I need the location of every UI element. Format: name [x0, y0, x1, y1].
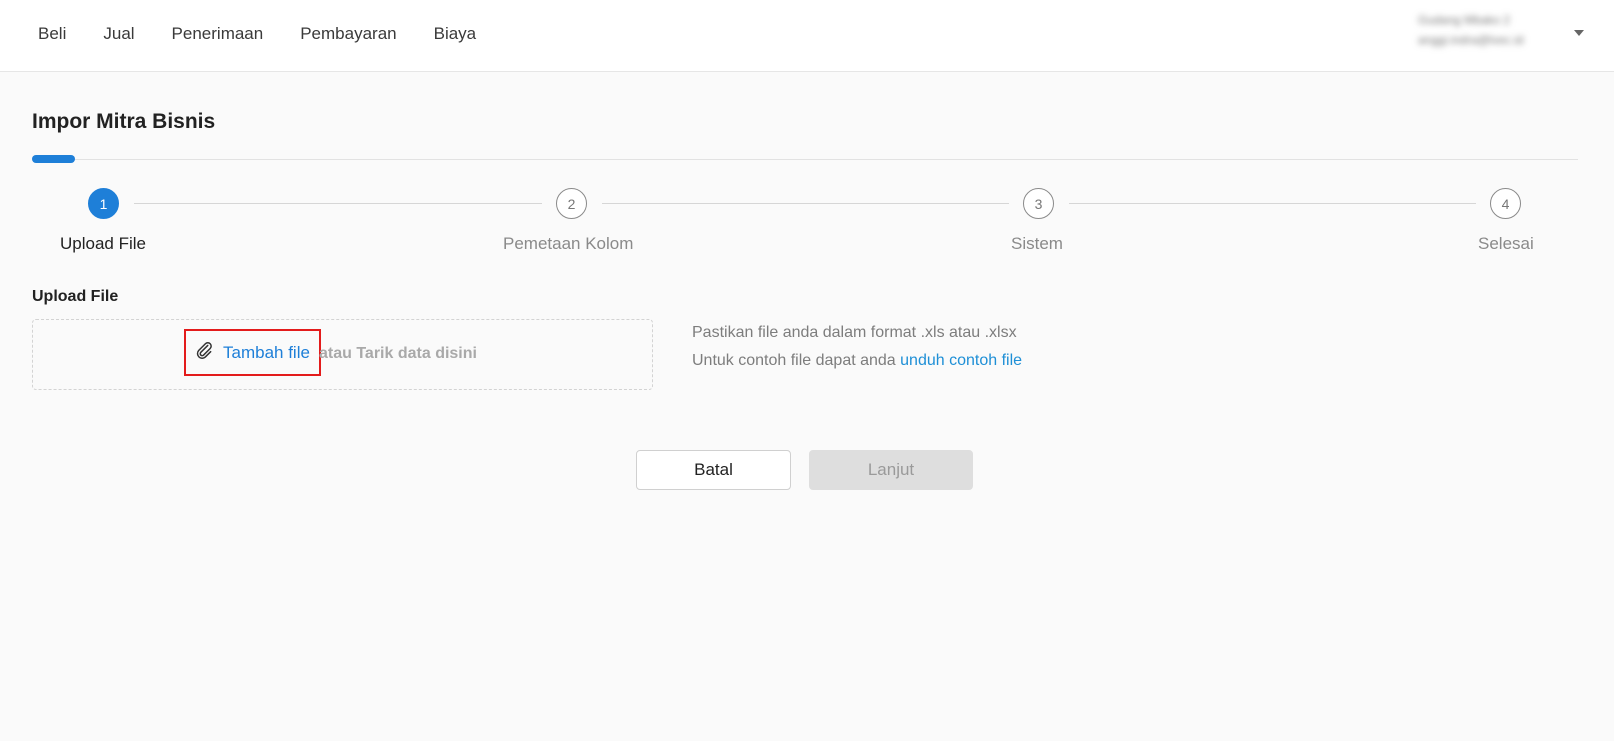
- sample-hint-text: Untuk contoh file dapat anda: [692, 352, 901, 369]
- nav-item-jual[interactable]: Jual: [103, 24, 134, 44]
- main-nav: Beli Jual Penerimaan Pembayaran Biaya: [38, 0, 513, 68]
- user-email: anggi.indra@lvec.id: [1418, 33, 1524, 47]
- step-connector-2: [602, 203, 1009, 204]
- step-3-label: Sistem: [1011, 234, 1063, 253]
- step-connector-3: [1069, 203, 1476, 204]
- upload-section-label: Upload File: [32, 288, 119, 305]
- add-file-link[interactable]: Tambah file: [223, 343, 310, 363]
- user-name: Gudang Mbako 2: [1418, 13, 1511, 27]
- step-4-indicator: 4: [1490, 188, 1521, 219]
- cancel-button[interactable]: Batal: [636, 450, 791, 490]
- paperclip-icon[interactable]: [194, 339, 214, 361]
- top-navbar: Beli Jual Penerimaan Pembayaran Biaya Gu…: [0, 0, 1614, 72]
- step-1-label: Upload File: [60, 234, 146, 253]
- step-4-label: Selesai: [1478, 234, 1534, 253]
- caret-down-icon[interactable]: [1574, 30, 1584, 36]
- step-2-indicator: 2: [556, 188, 587, 219]
- drop-instruction: atau Tarik data disini: [319, 345, 477, 362]
- nav-item-biaya[interactable]: Biaya: [434, 24, 477, 44]
- title-accent-bar: [32, 155, 75, 163]
- download-sample-link[interactable]: unduh contoh file: [900, 352, 1022, 369]
- step-3-indicator: 3: [1023, 188, 1054, 219]
- nav-item-penerimaan[interactable]: Penerimaan: [172, 24, 264, 44]
- step-2-label: Pemetaan Kolom: [503, 234, 634, 253]
- title-divider: [32, 159, 1578, 160]
- page-title: Impor Mitra Bisnis: [32, 110, 216, 133]
- nav-item-pembayaran[interactable]: Pembayaran: [300, 24, 396, 44]
- user-menu[interactable]: Gudang Mbako 2 anggi.indra@lvec.id: [1418, 10, 1568, 56]
- nav-item-beli[interactable]: Beli: [38, 24, 66, 44]
- format-hint: Pastikan file anda dalam format .xls ata…: [692, 324, 1017, 341]
- step-1-indicator: 1: [88, 188, 119, 219]
- step-connector-1: [134, 203, 542, 204]
- sample-hint: Untuk contoh file dapat anda unduh conto…: [692, 352, 1022, 370]
- next-button[interactable]: Lanjut: [809, 450, 973, 490]
